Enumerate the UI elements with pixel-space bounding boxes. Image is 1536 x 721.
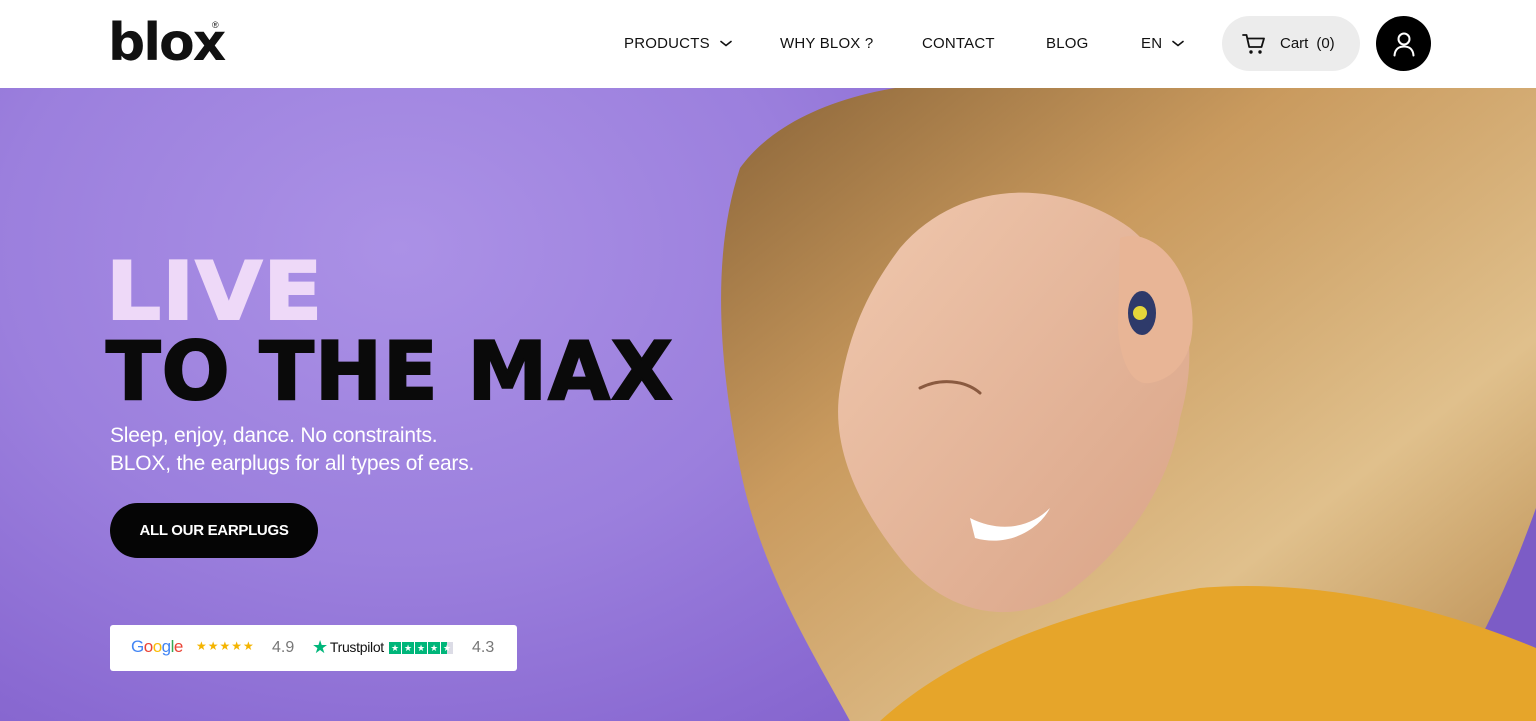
nav-contact[interactable]: CONTACT [922,35,995,52]
google-stars: ★★★★★ [196,639,255,653]
hero-photo-woman-wearing-earplug [721,88,1536,721]
trustpilot-star-box: ★ [428,642,440,654]
cart-count: (0) [1316,35,1335,52]
nav-why-blox-label: WHY BLOX ? [780,35,874,52]
blox-logo[interactable]: blox ® [108,16,226,70]
hero-subtitle-line-1: Sleep, enjoy, dance. No constraints. [110,424,438,447]
language-label: EN [1141,35,1163,52]
headline-to-the-max: TO THE MAX [105,325,674,418]
user-icon [1393,32,1414,56]
trustpilot-star-icon: ★ [312,637,328,657]
trustpilot-star-box: ★ [389,642,401,654]
cart-button[interactable]: Cart (0) [1222,16,1360,71]
logo-registered-mark: ® [212,20,219,30]
reviews-badge[interactable]: Google ★★★★★ 4.9 ★ Trustpilot ★ ★ ★ ★ ★ 4.3 [110,625,517,671]
cart-icon [1242,33,1265,54]
trustpilot-star-box: ★ [415,642,427,654]
trustpilot-score: 4.3 [472,639,495,656]
nav-why-blox[interactable]: WHY BLOX ? [780,35,873,52]
trustpilot-star-box: ★ [402,642,414,654]
cart-label: Cart [1280,35,1309,52]
trustpilot-stars: ★ ★ ★ ★ ★ [389,642,453,654]
nav-blog-label: BLOG [1046,35,1089,52]
nav-blog[interactable]: BLOG [1046,35,1088,52]
chevron-down-icon [1172,40,1185,47]
google-score: 4.9 [272,639,295,656]
nav-contact-label: CONTACT [922,35,995,52]
language-selector[interactable]: EN [1141,35,1185,52]
trustpilot-label: Trustpilot [329,639,384,655]
nav-products-label: PRODUCTS [624,35,710,52]
google-logo: Google [131,637,183,657]
account-button[interactable] [1376,16,1431,71]
trustpilot-star-box: ★ [441,642,453,654]
hero-subtitle: Sleep, enjoy, dance. No constraints. BLO… [110,422,474,478]
logo-text: blox [108,13,226,73]
hero-subtitle-line-2: BLOX, the earplugs for all types of ears… [110,452,475,475]
google-logo-text: Google [131,637,183,656]
site-header: blox ® PRODUCTS WHY BLOX ? CONTACT BLOG … [0,0,1536,88]
all-earplugs-button[interactable]: ALL OUR EARPLUGS [110,503,318,558]
headline-live: LIVE [105,245,324,338]
chevron-down-icon [719,40,732,47]
trustpilot-logo: ★ Trustpilot [312,637,384,657]
nav-products[interactable]: PRODUCTS [624,35,732,52]
hero-banner: LIVE TO THE MAX Sleep, enjoy, dance. No … [0,88,1536,721]
